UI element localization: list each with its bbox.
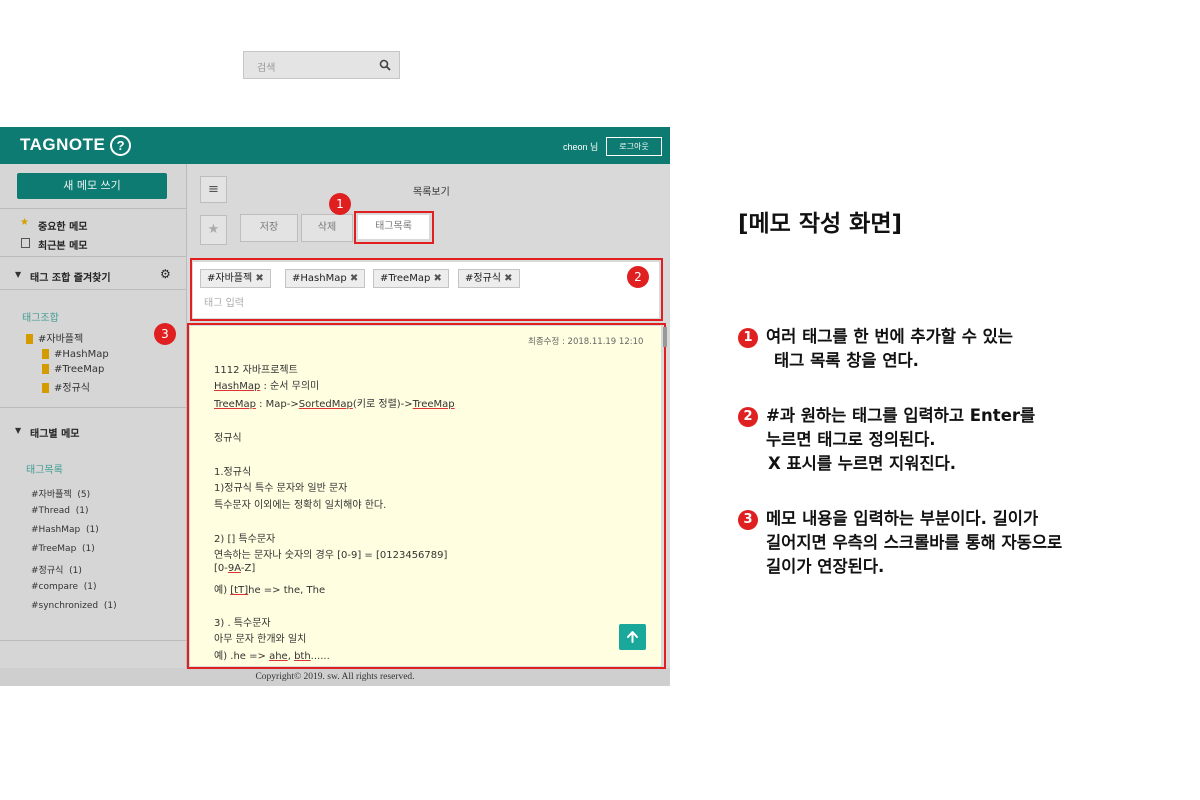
bookmark-icon [42, 364, 49, 374]
important-memo-link[interactable]: 중요한 메모 [38, 218, 87, 233]
divider [0, 407, 186, 408]
tag-count-item[interactable]: #HashMap (1) [31, 525, 99, 535]
sidebar: 새 메모 쓰기 ★ 중요한 메모 최근본 메모 ▼ 태그 조합 즐겨찾기 ⚙ 태… [0, 164, 187, 669]
annotation-item-3: 3 메모 내용을 입력하는 부분이다. 길이가 길어지면 우측의 스크롤바를 통해… [738, 507, 1062, 579]
number-badge: 3 [738, 510, 758, 530]
number-badge: 1 [738, 328, 758, 348]
scrollbar-thumb[interactable] [663, 327, 667, 347]
menu-icon[interactable]: ≡ [200, 176, 227, 203]
callout-badge-1: 1 [329, 193, 351, 215]
callout-badge-3: 3 [154, 323, 176, 345]
annotation-heading: [메모 작성 화면] [738, 211, 902, 237]
favorites-title[interactable]: 태그 조합 즐겨찾기 [30, 269, 111, 284]
tag-count-item[interactable]: #자바플젝 (5) [31, 487, 90, 500]
footer: Copyright© 2019. sw. All rights reserved… [0, 668, 670, 686]
star-icon: ★ [20, 217, 29, 228]
search-placeholder: 검색 [257, 63, 276, 74]
search-icon[interactable] [379, 59, 391, 71]
tag-count-item[interactable]: #Thread (1) [31, 506, 89, 516]
delete-button[interactable]: 삭제 [301, 214, 353, 242]
logout-button[interactable]: 로그아웃 [606, 137, 662, 156]
tag-count-item[interactable]: #synchronized (1) [31, 601, 117, 611]
top-bar: TAGNOTE? cheon 님 로그아웃 [0, 127, 670, 164]
tag-count-item[interactable]: #정규식 (1) [31, 563, 82, 576]
search-input[interactable]: 검색 [243, 51, 400, 79]
tag-memo-title[interactable]: 태그별 메모 [30, 425, 79, 440]
bookmark-icon [26, 334, 33, 344]
bookmark-icon [42, 383, 49, 393]
number-badge: 2 [738, 407, 758, 427]
annotation-item-2: 2 #과 원하는 태그를 입력하고 Enter를 누르면 태그로 정의된다. X … [738, 404, 1035, 476]
annotation-item-1: 1 여러 태그를 한 번에 추가할 수 있는 태그 목록 창을 연다. [738, 325, 1013, 373]
callout-badge-2: 2 [627, 266, 649, 288]
tag-tree-item[interactable]: #정규식 [42, 379, 90, 394]
tag-count-item[interactable]: #TreeMap (1) [31, 544, 95, 554]
note-icon [21, 238, 30, 248]
help-icon[interactable]: ? [110, 135, 132, 156]
bookmark-icon [42, 349, 49, 359]
user-name: cheon 님 [563, 142, 599, 152]
tag-list-label[interactable]: 태그목록 [26, 461, 63, 476]
star-toggle-icon[interactable]: ★ [200, 215, 227, 245]
divider [0, 256, 186, 257]
tag-count-item[interactable]: #compare (1) [31, 582, 97, 592]
new-memo-button[interactable]: 새 메모 쓰기 [17, 173, 167, 199]
tag-combo-label[interactable]: 태그조합 [22, 309, 59, 324]
divider [0, 640, 186, 641]
divider [0, 208, 186, 209]
tag-tree-item[interactable]: #자바플젝 [26, 330, 83, 345]
tag-tree-item[interactable]: #HashMap [42, 349, 109, 360]
highlight-box-1 [354, 211, 434, 244]
caret-down-icon[interactable]: ▼ [15, 270, 21, 279]
recent-memo-link[interactable]: 최근본 메모 [38, 237, 87, 252]
highlight-box-3 [187, 323, 666, 669]
gear-icon[interactable]: ⚙ [160, 267, 171, 281]
divider [0, 289, 186, 290]
app-logo[interactable]: TAGNOTE? [20, 135, 132, 156]
save-button[interactable]: 저장 [240, 214, 298, 242]
list-view-link[interactable]: 목록보기 [413, 183, 450, 198]
caret-down-icon[interactable]: ▼ [15, 426, 21, 435]
highlight-box-2 [190, 258, 663, 321]
tag-tree-item[interactable]: #TreeMap [42, 364, 104, 375]
